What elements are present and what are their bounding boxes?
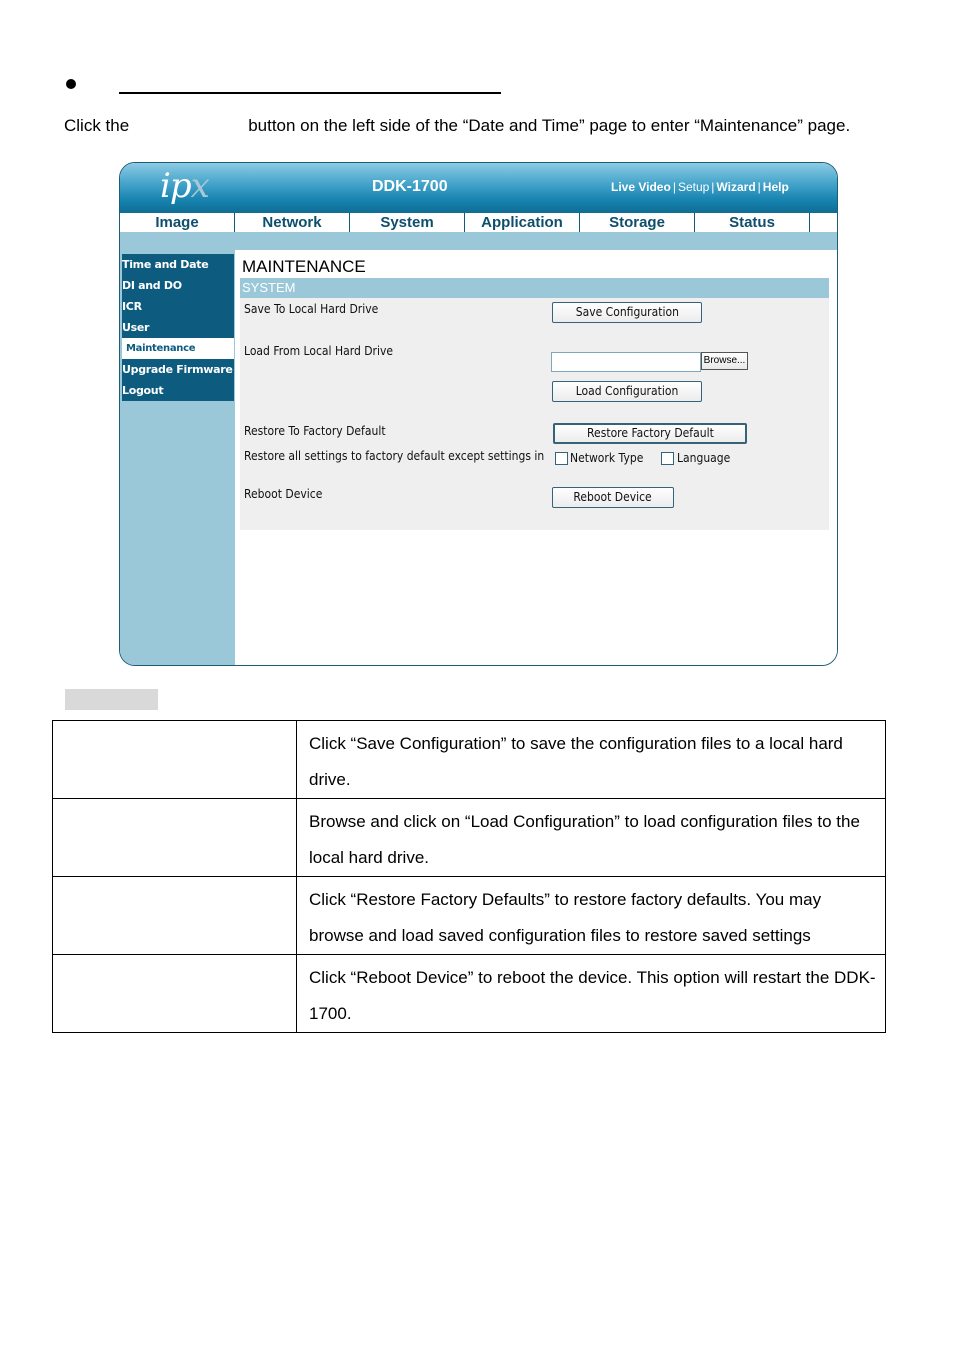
save-configuration-button[interactable]: Save Configuration xyxy=(552,302,702,323)
tab-storage[interactable]: Storage xyxy=(580,213,695,232)
item-cell xyxy=(52,720,297,799)
section-header: SYSTEM xyxy=(240,278,829,298)
table-row: Browse and click on “Load Configuration”… xyxy=(52,798,886,877)
sidebar-item-logout[interactable]: Logout xyxy=(122,380,234,401)
sidebar-item-icr[interactable]: ICR xyxy=(122,296,234,317)
restore-except-label: Restore all settings to factory default … xyxy=(244,449,545,463)
main-tabs: Image Network System Application Storage… xyxy=(120,212,837,232)
save-configuration-button-label: Save Configuration xyxy=(575,305,679,319)
table-row: Click “Save Configuration” to save the c… xyxy=(52,720,886,799)
item-cell xyxy=(52,954,297,1033)
top-header: ipx DDK-1700 Live Video | Setup | Wizard | Hel… xyxy=(120,163,837,212)
sidebar-item-di-and-do[interactable]: DI and DO xyxy=(122,275,234,296)
intro-paragraph: Click the button on the left side of the … xyxy=(64,116,850,136)
save-label: Save To Local Hard Drive xyxy=(244,302,379,316)
network-type-label: Network Type xyxy=(570,451,644,465)
description-cell: Browse and click on “Load Configuration”… xyxy=(296,798,886,877)
browse-button[interactable]: Browse... xyxy=(701,352,748,370)
load-configuration-button[interactable]: Load Configuration xyxy=(552,381,702,402)
top-links: Live Video | Setup | Wizard | Help xyxy=(611,180,789,194)
sidebar-item-maintenance[interactable]: Maintenance xyxy=(122,338,234,359)
tab-network[interactable]: Network xyxy=(235,213,350,232)
restore-label: Restore To Factory Default xyxy=(244,424,386,438)
config-file-input[interactable] xyxy=(551,352,701,372)
item-cell xyxy=(52,798,297,877)
bullet-icon xyxy=(66,79,76,89)
language-label: Language xyxy=(677,451,731,465)
ipx-logo: ipx xyxy=(160,166,210,206)
live-video-link[interactable]: Live Video xyxy=(611,180,671,194)
sidebar-item-time-and-date[interactable]: Time and Date xyxy=(122,254,234,275)
sub-bar xyxy=(120,232,837,250)
network-type-checkbox[interactable] xyxy=(555,452,568,465)
wizard-link[interactable]: Wizard xyxy=(716,180,755,194)
description-cell: Click “Restore Factory Defaults” to rest… xyxy=(296,876,886,955)
setup-link[interactable]: Setup xyxy=(678,180,709,194)
description-cell: Click “Save Configuration” to save the c… xyxy=(296,720,886,799)
reboot-device-button-label: Reboot Device xyxy=(573,490,653,504)
description-table: Click “Save Configuration” to save the c… xyxy=(52,720,886,1033)
description-cell: Click “Reboot Device” to reboot the devi… xyxy=(296,954,886,1033)
reboot-label: Reboot Device xyxy=(244,487,323,501)
tab-status[interactable]: Status xyxy=(695,213,810,232)
sidebar-menu: Time and Date DI and DO ICR User Mainten… xyxy=(122,254,234,401)
intro-suffix: button on the left side of the “Date and… xyxy=(248,116,851,135)
logo-accent: x xyxy=(190,166,210,206)
item-cell xyxy=(52,876,297,955)
intro-prefix: Click the xyxy=(64,116,130,135)
table-row: Click “Reboot Device” to reboot the devi… xyxy=(52,954,886,1033)
device-model: DDK-1700 xyxy=(372,178,448,195)
load-configuration-button-label: Load Configuration xyxy=(575,384,679,398)
tab-application[interactable]: Application xyxy=(465,213,580,232)
link-separator: | xyxy=(757,180,761,194)
table-row: Click “Restore Factory Defaults” to rest… xyxy=(52,876,886,955)
maintenance-screenshot: ipx DDK-1700 Live Video | Setup | Wizard | Hel… xyxy=(119,162,838,666)
restore-factory-default-button-label: Restore Factory Default xyxy=(586,426,714,440)
language-checkbox[interactable] xyxy=(661,452,674,465)
restore-factory-default-button[interactable]: Restore Factory Default xyxy=(553,423,747,444)
link-separator: | xyxy=(672,180,676,194)
system-section: SYSTEM Save To Local Hard Drive Save Con… xyxy=(240,278,829,530)
page-title: MAINTENANCE xyxy=(242,257,366,276)
help-link[interactable]: Help xyxy=(763,180,789,194)
sidebar-item-upgrade-firmware[interactable]: Upgrade Firmware xyxy=(122,359,234,380)
content-area: MAINTENANCE SYSTEM Save To Local Hard Dr… xyxy=(235,250,837,665)
logo-main: ip xyxy=(160,166,192,206)
reboot-device-button[interactable]: Reboot Device xyxy=(552,487,674,508)
gray-label-block xyxy=(65,689,158,710)
section-heading-underline xyxy=(119,92,501,94)
load-label: Load From Local Hard Drive xyxy=(244,344,394,358)
sidebar-item-user[interactable]: User xyxy=(122,317,234,338)
tab-image[interactable]: Image xyxy=(120,213,235,232)
tab-system[interactable]: System xyxy=(350,213,465,232)
